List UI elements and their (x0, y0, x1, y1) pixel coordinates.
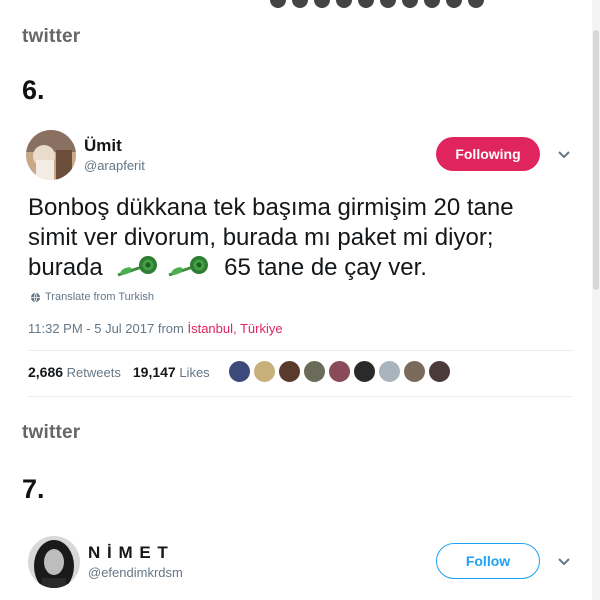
retweets-count: 2,686 (28, 364, 64, 380)
liker-avatar[interactable] (228, 360, 251, 383)
tweet-text-line-3: burada 65 tane de çay ver. (28, 253, 588, 283)
translate-link[interactable]: Translate from Turkish (30, 291, 154, 303)
divider (28, 350, 573, 351)
top-liker-avatars-partial (270, 0, 484, 8)
source-label: twitter (22, 422, 81, 443)
liker-avatar[interactable] (403, 360, 426, 383)
scrollbar-thumb[interactable] (593, 30, 599, 290)
liker-avatars (228, 360, 451, 383)
tweet-text-end: 65 tane de çay ver. (224, 254, 427, 281)
chevron-down-icon[interactable] (555, 146, 573, 164)
author-name[interactable]: N İ M E T (88, 543, 169, 563)
author-name[interactable]: Ümit (84, 136, 122, 156)
liker-avatar[interactable] (353, 360, 376, 383)
tweet-text-line-2: simit ver divorum, burada mı paket mi di… (28, 224, 494, 251)
likes-stat[interactable]: 19,147 Likes (133, 364, 210, 380)
rose-emoji-icon (117, 256, 158, 277)
globe-icon (30, 292, 41, 302)
follow-button[interactable]: Follow (436, 543, 540, 579)
translate-label[interactable]: Translate from Turkish (45, 291, 154, 303)
tweet-timestamp: 11:32 PM - 5 Jul 2017 from İstanbul, Tür… (28, 321, 283, 336)
liker-avatar[interactable] (428, 360, 451, 383)
avatar-image (26, 130, 76, 180)
liker-avatar[interactable] (378, 360, 401, 383)
tweet-text-word: burada (28, 254, 103, 281)
likes-label: Likes (179, 365, 210, 380)
timestamp-text[interactable]: 11:32 PM - 5 Jul 2017 from (28, 321, 184, 336)
avatar[interactable] (26, 130, 76, 180)
avatar[interactable] (28, 536, 80, 588)
author-handle[interactable]: @efendimkrdsm (88, 565, 183, 580)
item-number: 6. (22, 75, 45, 105)
avatar-image (28, 536, 80, 588)
liker-avatar[interactable] (253, 360, 276, 383)
source-label: twitter (22, 26, 81, 47)
likes-count: 19,147 (132, 364, 176, 380)
tweet-text-line-1: Bonboş dükkana tek başıma girmişim 20 ta… (28, 194, 514, 221)
following-button[interactable]: Following (436, 137, 540, 171)
liker-avatar[interactable] (278, 360, 301, 383)
retweets-stat[interactable]: 2,686 Retweets (28, 364, 121, 380)
chevron-down-icon[interactable] (555, 553, 573, 571)
tweet-stats: 2,686 Retweets 19,147 Likes (28, 364, 210, 380)
author-handle[interactable]: @arapferit (84, 158, 145, 173)
location-link[interactable]: İstanbul, Türkiye (187, 321, 282, 336)
retweets-label: Retweets (66, 365, 121, 380)
divider (28, 396, 573, 397)
liker-avatar[interactable] (303, 360, 326, 383)
scrollbar[interactable] (592, 0, 600, 600)
tweet-text: Bonboş dükkana tek başıma girmişim 20 ta… (28, 193, 588, 283)
rose-emoji-icon (168, 256, 208, 277)
item-number: 7. (22, 474, 45, 504)
liker-avatar[interactable] (328, 360, 351, 383)
